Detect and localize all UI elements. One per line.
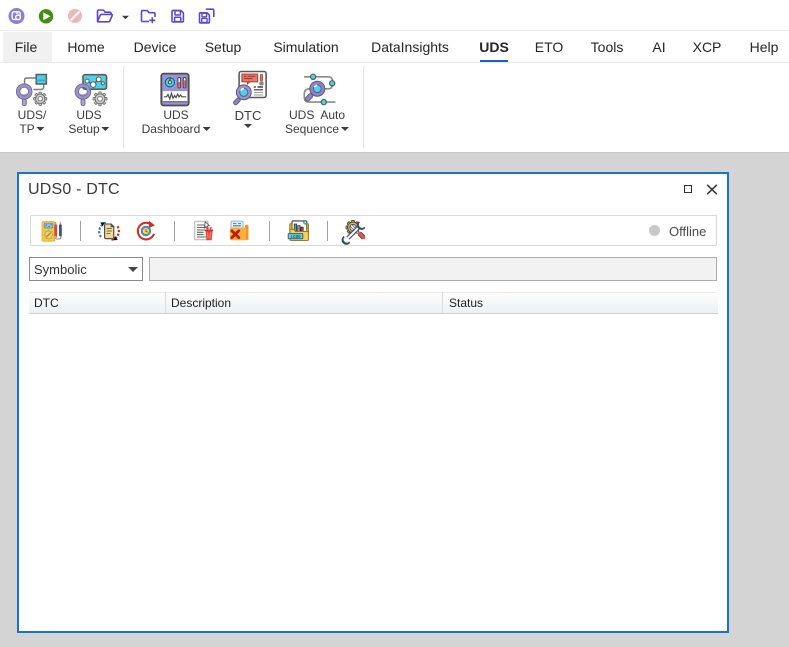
svg-text:LCD0: LCD0: [290, 234, 301, 240]
